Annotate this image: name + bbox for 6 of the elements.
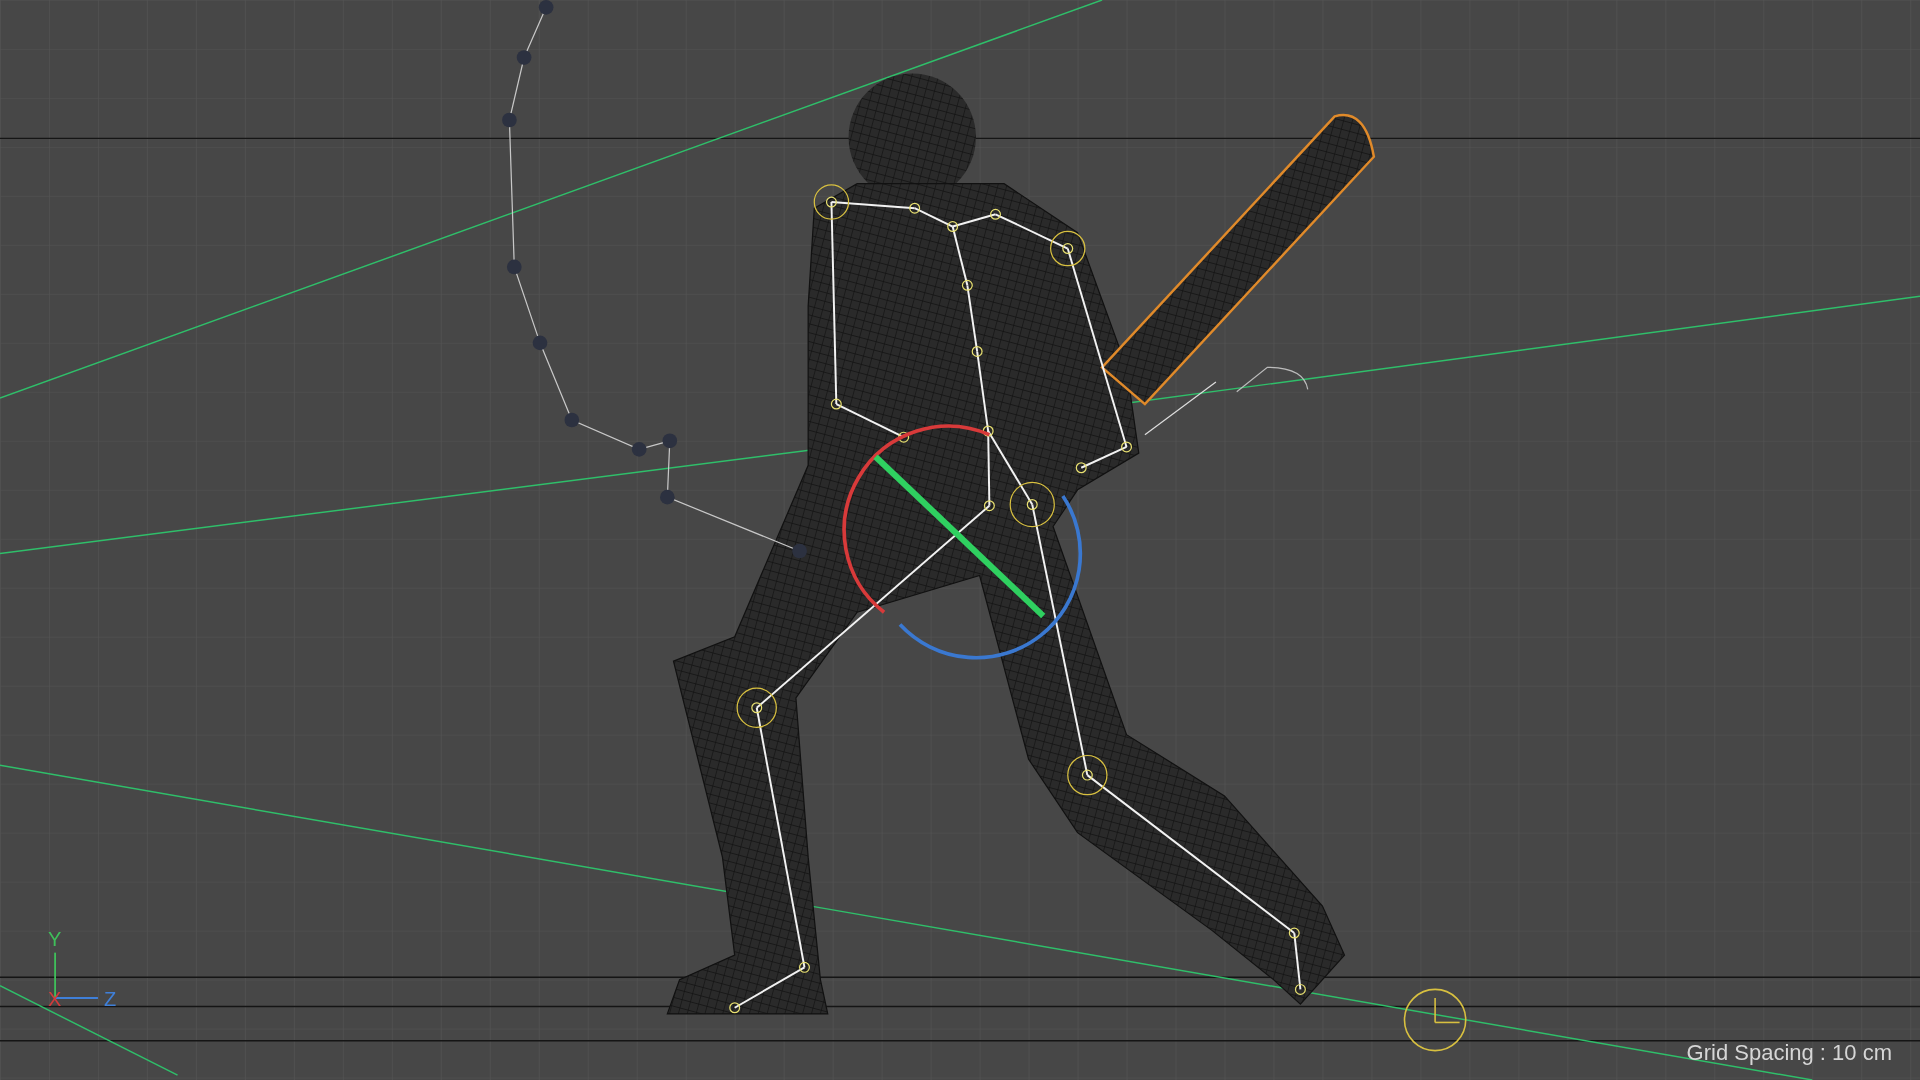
grid-spacing-label: Grid Spacing : 10 cm: [1686, 1040, 1892, 1066]
axis-label: X: [48, 988, 62, 1010]
3d-viewport[interactable]: Y X Z Grid Spacing : 10 cm: [0, 0, 1920, 1080]
axis-label: Y: [48, 928, 62, 950]
axis-label: Z: [104, 988, 117, 1010]
null-object-target: [1403, 988, 1467, 1052]
